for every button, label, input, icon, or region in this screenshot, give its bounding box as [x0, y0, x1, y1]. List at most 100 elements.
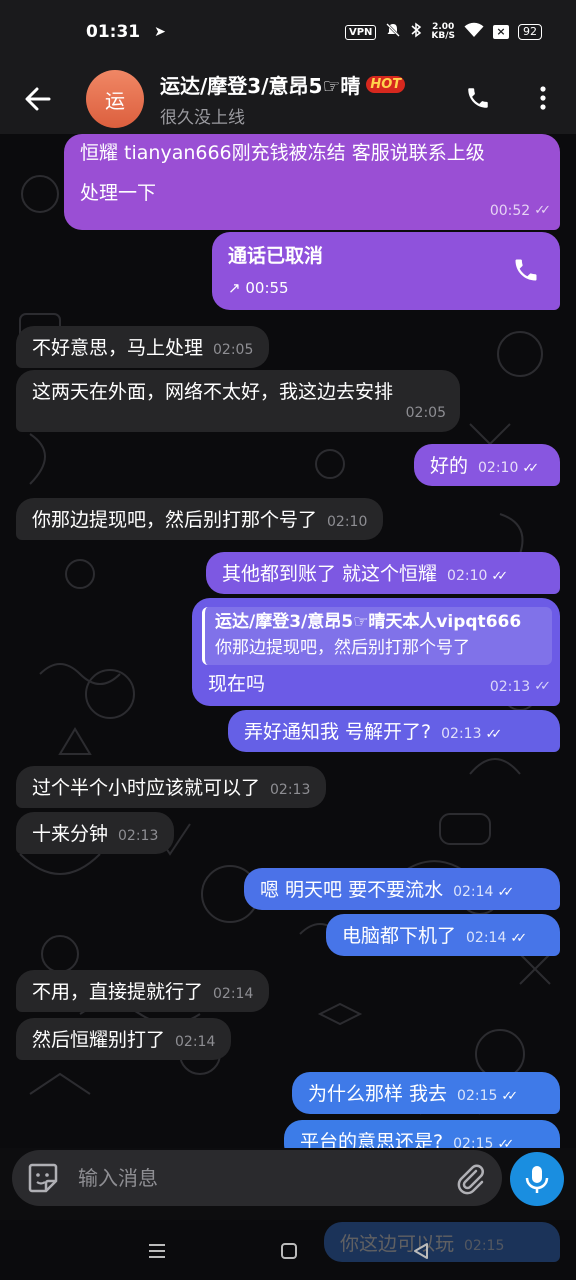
last-seen-status: 很久没上线 [160, 108, 245, 128]
reply-author: 运达/摩登3/意昂5☞晴天本人vipqt666 [215, 612, 522, 632]
voice-record-button[interactable] [510, 1152, 564, 1206]
message-time: 02:15 [453, 1136, 494, 1148]
message-text: 这两天在外面，网络不太好，我这边去安排 [32, 381, 394, 403]
back-nav-button[interactable] [406, 1236, 436, 1266]
call-meta: ↗ 00:55 [228, 279, 289, 297]
message-time: 02:10 [447, 568, 488, 584]
back-button[interactable] [0, 64, 76, 134]
phone-icon [468, 88, 488, 108]
message-bubble-incoming[interactable]: 不好意思，马上处理 02:05 [16, 326, 270, 368]
double-check-icon: ✓✓ [497, 1137, 514, 1148]
message-bubble-outgoing[interactable]: 电脑都下机了 02:14 ✓✓ [326, 914, 560, 956]
message-time: 02:15 [464, 1238, 505, 1254]
message-text: 好的 [430, 455, 469, 477]
reply-quote[interactable]: 运达/摩登3/意昂5☞晴天本人vipqt666 你那边提现吧，然后别打那个号了 [202, 607, 552, 665]
wifi-icon [464, 22, 484, 42]
message-text: 嗯 明天吧 要不要流水 [260, 879, 444, 901]
message-text: 十来分钟 [32, 823, 109, 845]
message-time: 02:13 [441, 726, 482, 742]
recent-apps-button[interactable] [142, 1236, 172, 1266]
message-time: 02:14 [175, 1034, 216, 1050]
message-time: 02:10 [327, 514, 368, 530]
double-check-icon: ✓✓ [510, 931, 527, 946]
paperclip-icon [457, 1164, 484, 1195]
message-bubble-outgoing[interactable]: 好的 02:10 ✓✓ [414, 444, 560, 486]
double-check-icon: ✓✓ [497, 885, 514, 900]
hot-badge: HOT [366, 76, 406, 93]
arrow-left-icon [25, 87, 51, 111]
call-button[interactable] [458, 78, 498, 118]
more-vertical-icon [540, 86, 546, 110]
no-sim-icon: × [493, 25, 509, 39]
chat-title-block[interactable]: 运达/摩登3/意昂5☞晴 HOT 很久没上线 [160, 70, 450, 128]
battery-indicator: 92 [518, 24, 542, 40]
message-bubble-incoming[interactable]: 这两天在外面，网络不太好，我这边去安排 02:05 [16, 370, 460, 432]
message-text: 处理一下 [80, 182, 157, 204]
message-text: 为什么那样 我去 [308, 1083, 448, 1105]
sticker-button[interactable] [26, 1161, 60, 1195]
vpn-badge: VPN [344, 24, 377, 40]
status-bar: 01:31 ➤ VPN 2.00 KB/S × 92 [0, 0, 576, 64]
message-text: 电脑都下机了 [342, 925, 457, 947]
message-bubble-outgoing[interactable]: 嗯 明天吧 要不要流水 02:14 ✓✓ [244, 868, 560, 910]
attach-button[interactable] [454, 1161, 488, 1195]
square-icon [281, 1243, 297, 1259]
arrow-up-right-icon: ↗ [228, 279, 241, 297]
home-button[interactable] [274, 1236, 304, 1266]
double-check-icon: ✓✓ [522, 461, 539, 476]
message-bubble-outgoing[interactable]: 平台的意思还是? 02:15 ✓✓ [284, 1120, 560, 1148]
message-time: 02:15 [457, 1088, 498, 1104]
chat-header: 运 运达/摩登3/意昂5☞晴 HOT 很久没上线 [0, 64, 576, 134]
sticker-icon [28, 1163, 58, 1193]
message-meta: 02:05 [405, 405, 446, 421]
avatar[interactable]: 运 [86, 70, 144, 128]
message-text: 其他都到账了 就这个恒耀 [222, 563, 438, 585]
double-check-icon: ✓✓ [534, 203, 551, 218]
message-bubble-outgoing[interactable]: 弄好通知我 号解开了? 02:13 ✓✓ [228, 710, 560, 752]
mute-icon [385, 22, 401, 42]
message-text: 然后恒耀别打了 [32, 1029, 166, 1051]
double-check-icon: ✓✓ [491, 569, 508, 584]
phone-icon [512, 256, 540, 291]
call-status: 通话已取消 [228, 245, 324, 267]
message-meta: 00:52 ✓✓ [490, 198, 551, 224]
double-check-icon: ✓✓ [501, 1089, 518, 1104]
menu-icon [149, 1244, 165, 1258]
message-text: 不好意思，马上处理 [32, 337, 204, 359]
message-input[interactable] [78, 1166, 454, 1190]
status-time: 01:31 [86, 22, 141, 42]
message-bubble-outgoing[interactable]: 其他都到账了 就这个恒耀 02:10 ✓✓ [206, 552, 560, 594]
message-bubble-reply[interactable]: 运达/摩登3/意昂5☞晴天本人vipqt666 你那边提现吧，然后别打那个号了 … [192, 598, 560, 706]
message-bubble-incoming[interactable]: 你那边提现吧，然后别打那个号了 02:10 [16, 498, 384, 540]
message-bubble-incoming[interactable]: 过个半个小时应该就可以了 02:13 [16, 766, 327, 808]
message-bubble-outgoing[interactable]: 为什么那样 我去 02:15 ✓✓ [292, 1072, 560, 1114]
message-bubble-incoming[interactable]: 不用，直接提就行了 02:14 [16, 970, 270, 1012]
message-time: 02:10 [478, 460, 519, 476]
message-text: 平台的意思还是? [300, 1131, 444, 1148]
call-message[interactable]: 通话已取消 ↗ 00:55 [212, 232, 560, 310]
message-bubble-outgoing[interactable]: 恒耀 tianyan666刚充钱被冻结 客服说联系上级 处理一下 00:52 ✓✓ [64, 134, 560, 230]
location-arrow-icon: ➤ [154, 24, 166, 40]
message-meta: 02:13 ✓✓ [490, 674, 551, 700]
message-text: 恒耀 tianyan666刚充钱被冻结 客服说联系上级 [80, 142, 485, 164]
message-composer [12, 1150, 502, 1206]
microphone-icon [525, 1166, 549, 1193]
message-bubble-incoming[interactable]: 十来分钟 02:13 [16, 812, 175, 854]
message-text: 弄好通知我 号解开了? [244, 721, 432, 743]
message-bubble-incoming[interactable]: 然后恒耀别打了 02:14 [16, 1018, 232, 1060]
more-options-button[interactable] [528, 78, 558, 118]
message-text: 你那边提现吧，然后别打那个号了 [32, 509, 318, 531]
message-time: 02:14 [466, 930, 507, 946]
status-icons: VPN 2.00 KB/S × 92 [344, 22, 542, 42]
message-time: 02:14 [213, 986, 254, 1002]
double-check-icon: ✓✓ [485, 727, 502, 742]
reply-text: 你那边提现吧，然后别打那个号了 [215, 638, 470, 658]
bluetooth-icon [410, 22, 422, 42]
message-time: 02:13 [270, 782, 311, 798]
message-bubble-outgoing[interactable]: 你这边可以玩 02:15 [324, 1222, 560, 1262]
chat-title: 运达/摩登3/意昂5☞晴 [160, 74, 361, 98]
triangle-back-icon [414, 1243, 428, 1259]
message-text: 过个半个小时应该就可以了 [32, 777, 261, 799]
system-nav-bar: 你这边可以玩 02:15 [0, 1220, 576, 1280]
message-list[interactable]: 恒耀 tianyan666刚充钱被冻结 客服说联系上级 处理一下 00:52 ✓✓… [0, 134, 576, 1148]
